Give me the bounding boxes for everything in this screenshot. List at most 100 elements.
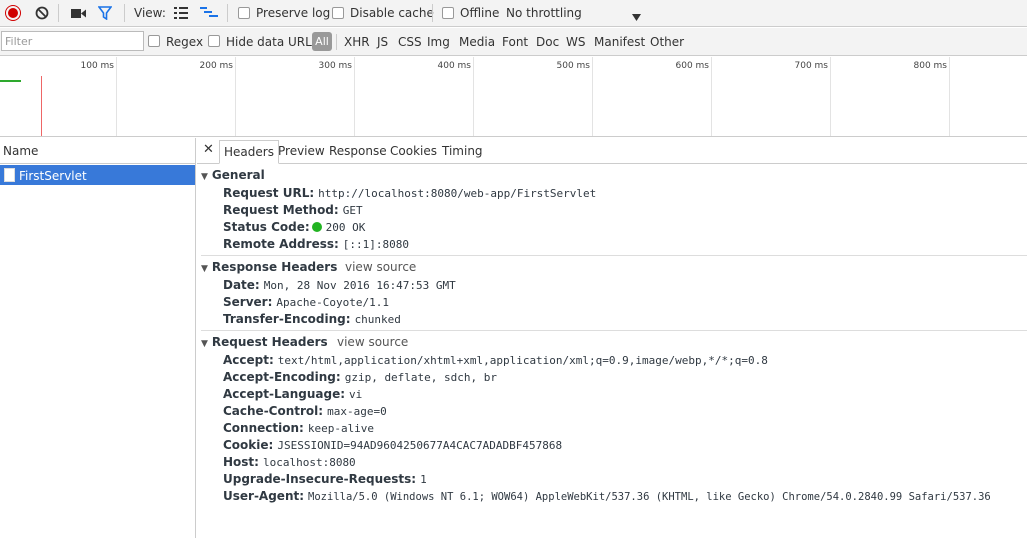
request-list: FirstServlet bbox=[0, 164, 196, 538]
details-tabbar: ✕ Headers Preview Response Cookies Timin… bbox=[197, 138, 1027, 164]
header-key: Cookie: bbox=[223, 438, 274, 452]
header-key: Server: bbox=[223, 295, 273, 309]
timeline-overview[interactable]: 100 ms 200 ms 300 ms 400 ms 500 ms 600 m… bbox=[0, 57, 1027, 137]
request-view-source-link[interactable]: view source bbox=[337, 335, 408, 349]
filter-bar: Regex Hide data URLs All XHR JS CSS Img … bbox=[0, 28, 1027, 56]
header-row: Accept-Encoding: gzip, deflate, sdch, br bbox=[223, 370, 497, 384]
tab-response[interactable]: Response bbox=[329, 144, 387, 158]
preserve-log-checkbox[interactable] bbox=[238, 7, 250, 19]
preserve-log-label: Preserve log bbox=[256, 6, 331, 20]
toolbar-separator bbox=[58, 4, 59, 22]
type-filter-other[interactable]: Other bbox=[650, 35, 684, 49]
type-filter-font[interactable]: Font bbox=[502, 35, 528, 49]
header-row: Request Method: GET bbox=[223, 203, 363, 217]
timeline-tick-label: 500 ms bbox=[556, 61, 591, 71]
type-filter-media[interactable]: Media bbox=[459, 35, 495, 49]
header-value: gzip, deflate, sdch, br bbox=[344, 371, 498, 384]
general-title: General bbox=[211, 168, 265, 182]
response-view-source-link[interactable]: view source bbox=[345, 260, 416, 274]
toolbar-separator bbox=[124, 4, 125, 22]
type-filter-css[interactable]: CSS bbox=[398, 35, 422, 49]
header-value: [::1]:8080 bbox=[342, 238, 410, 251]
overview-waterfall-icon[interactable] bbox=[200, 7, 218, 22]
response-headers-section-toggle[interactable]: ▼ Response Headers bbox=[201, 260, 337, 274]
close-icon[interactable]: ✕ bbox=[203, 142, 214, 157]
tab-preview[interactable]: Preview bbox=[278, 144, 325, 158]
header-row: Status Code: 200 OK bbox=[223, 220, 365, 234]
type-filter-doc[interactable]: Doc bbox=[536, 35, 559, 49]
timeline-tick-label: 700 ms bbox=[794, 61, 829, 71]
document-icon bbox=[4, 168, 15, 182]
header-row: Request URL: http://localhost:8080/web-ap… bbox=[223, 186, 596, 200]
header-key: Request URL: bbox=[223, 186, 315, 200]
header-key: Connection: bbox=[223, 421, 304, 435]
type-filter-img[interactable]: Img bbox=[427, 35, 450, 49]
header-value: max-age=0 bbox=[327, 405, 387, 418]
header-key: Cache-Control: bbox=[223, 404, 324, 418]
view-label: View: bbox=[134, 6, 166, 20]
status-ok-icon bbox=[311, 222, 322, 232]
timeline-tick-label: 200 ms bbox=[199, 61, 234, 71]
header-row: Cache-Control: max-age=0 bbox=[223, 404, 387, 418]
header-row: Date: Mon, 28 Nov 2016 16:47:53 GMT bbox=[223, 278, 456, 292]
disable-cache-checkbox[interactable] bbox=[332, 7, 344, 19]
section-divider bbox=[201, 255, 1027, 256]
header-row: Host: localhost:8080 bbox=[223, 455, 356, 469]
clear-icon[interactable] bbox=[35, 6, 49, 23]
header-key: User-Agent: bbox=[223, 489, 305, 503]
chevron-down-icon[interactable] bbox=[632, 10, 641, 24]
offline-label: Offline bbox=[460, 6, 500, 20]
timeline-divider bbox=[354, 57, 355, 136]
large-request-rows-icon[interactable] bbox=[174, 7, 188, 22]
header-value: Apache-Coyote/1.1 bbox=[276, 296, 389, 309]
header-value: GET bbox=[342, 204, 363, 217]
header-row: Cookie: JSESSIONID=94AD9604250677A4CAC7AD… bbox=[223, 438, 562, 452]
header-row: Remote Address: [::1]:8080 bbox=[223, 237, 409, 251]
name-column-header[interactable]: Name bbox=[0, 138, 196, 164]
type-filter-ws[interactable]: WS bbox=[566, 35, 585, 49]
hide-data-urls-checkbox[interactable] bbox=[208, 35, 220, 47]
disable-cache-label: Disable cache bbox=[350, 6, 434, 20]
filter-input[interactable] bbox=[1, 31, 144, 51]
regex-checkbox[interactable] bbox=[148, 35, 160, 47]
header-key: Upgrade-Insecure-Requests: bbox=[223, 472, 417, 486]
request-row[interactable]: FirstServlet bbox=[0, 165, 195, 185]
header-row: Transfer-Encoding: chunked bbox=[223, 312, 401, 326]
timeline-tick-label: 100 ms bbox=[80, 61, 115, 71]
timeline-divider bbox=[116, 57, 117, 136]
type-filter-all[interactable]: All bbox=[312, 32, 332, 51]
header-row: Accept: text/html,application/xhtml+xml,a… bbox=[223, 353, 768, 367]
type-filter-js[interactable]: JS bbox=[377, 35, 388, 49]
header-row: Accept-Language: vi bbox=[223, 387, 362, 401]
header-value: JSESSIONID=94AD9604250677A4CAC7ADADBF457… bbox=[277, 439, 563, 452]
hide-data-urls-label: Hide data URLs bbox=[226, 35, 319, 49]
record-icon[interactable] bbox=[6, 6, 20, 20]
tab-cookies[interactable]: Cookies bbox=[390, 144, 437, 158]
tab-timing[interactable]: Timing bbox=[442, 144, 483, 158]
header-value: keep-alive bbox=[307, 422, 375, 435]
timeline-divider bbox=[711, 57, 712, 136]
header-value: chunked bbox=[354, 313, 401, 326]
timeline-tick-label: 300 ms bbox=[318, 61, 353, 71]
capture-screenshots-icon[interactable] bbox=[71, 8, 87, 22]
type-filter-manifest[interactable]: Manifest bbox=[594, 35, 645, 49]
tab-headers[interactable]: Headers bbox=[219, 140, 279, 164]
header-key: Remote Address: bbox=[223, 237, 339, 251]
header-row: Upgrade-Insecure-Requests: 1 bbox=[223, 472, 427, 486]
throttling-select[interactable]: No throttling bbox=[506, 6, 582, 20]
type-filter-xhr[interactable]: XHR bbox=[344, 35, 370, 49]
filter-icon[interactable] bbox=[97, 6, 113, 23]
filter-separator bbox=[336, 34, 337, 50]
offline-checkbox[interactable] bbox=[442, 7, 454, 19]
request-headers-section-toggle[interactable]: ▼ Request Headers bbox=[201, 335, 328, 349]
timeline-divider bbox=[949, 57, 950, 136]
triangle-down-icon: ▼ bbox=[201, 172, 208, 182]
header-row: Server: Apache-Coyote/1.1 bbox=[223, 295, 389, 309]
general-section-toggle[interactable]: ▼ General bbox=[201, 168, 265, 182]
regex-label: Regex bbox=[166, 35, 204, 49]
header-key: Accept: bbox=[223, 353, 274, 367]
header-row: User-Agent: Mozilla/5.0 (Windows NT 6.1; … bbox=[223, 489, 991, 503]
timeline-divider bbox=[473, 57, 474, 136]
timeline-tick-label: 800 ms bbox=[913, 61, 948, 71]
header-value: 200 OK bbox=[325, 221, 366, 234]
